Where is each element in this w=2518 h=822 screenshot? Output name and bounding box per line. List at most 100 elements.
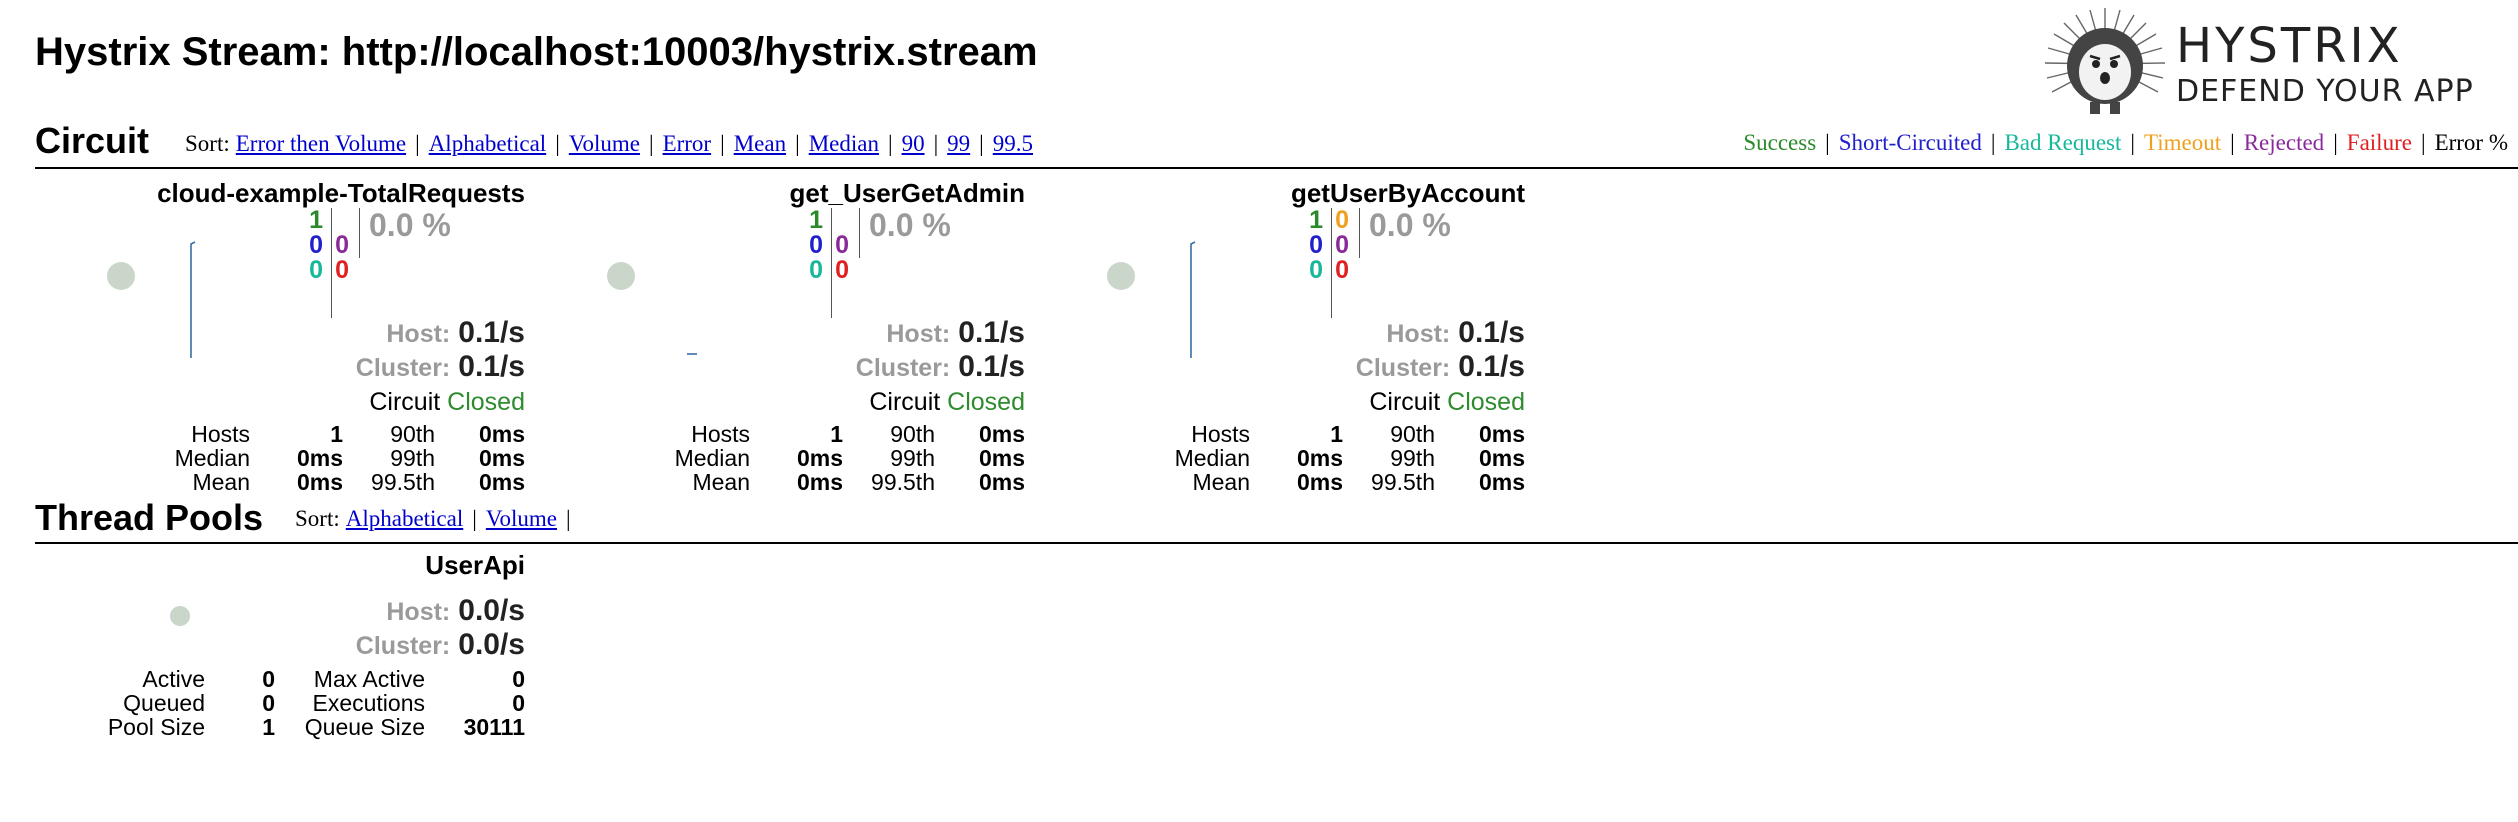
stat-value: 1 [830, 421, 843, 447]
sort-alphabetical-link[interactable]: Alphabetical [429, 131, 547, 156]
stats-right-labels: 90th 99th 99.5th [871, 422, 935, 494]
count-divider [331, 208, 332, 318]
logo-brand: HYSTRIX [2176, 18, 2403, 74]
stat-value: 0ms [978, 445, 1025, 471]
stat-label: Hosts [1191, 421, 1250, 447]
separator: | [2130, 130, 2135, 155]
cluster-rate: 0.1/s [958, 350, 1025, 383]
sort-mean-link[interactable]: Mean [734, 131, 786, 156]
legend-rejected: Rejected [2243, 130, 2325, 155]
stats-right-values: 0ms 0ms 0ms [479, 422, 525, 494]
cluster-rate-row: Cluster: 0.1/s [356, 350, 525, 384]
counts-left: 1 0 0 [809, 208, 823, 283]
pool-sort-volume-link[interactable]: Volume [486, 506, 557, 531]
failure-count: 0 [335, 256, 349, 284]
sort-99-link[interactable]: 99 [947, 131, 970, 156]
circuit-status-row: Circuit Closed [869, 388, 1025, 417]
count-divider [1331, 208, 1332, 318]
stats-left-labels: Hosts Median Mean [675, 422, 750, 494]
stat-value: 0ms [978, 469, 1025, 495]
timeout-count: 0 [1335, 206, 1349, 234]
legend-error-percent: Error % [2434, 130, 2508, 155]
pool-stat-value: 0 [262, 690, 275, 716]
hystrix-logo: HYSTRIX DEFEND YOUR APP [2040, 6, 2518, 118]
circuit-card: get_UserGetAdmin 1 0 0 0 0 0.0 % Host: 0.… [585, 178, 1025, 508]
stats-left-labels: Hosts Median Mean [1175, 422, 1250, 494]
stat-value: 0ms [296, 469, 343, 495]
separator: | [979, 131, 984, 156]
thread-pool-sort-bar: Sort: Alphabetical | Volume | [295, 506, 580, 532]
pool-host-label: Host: [386, 598, 451, 626]
stat-label: 90th [1390, 421, 1435, 447]
pool-left-labels: Active Queued Pool Size [108, 667, 205, 739]
error-divider [359, 208, 360, 258]
stats-right-values: 0ms 0ms 0ms [1479, 422, 1525, 494]
circuit-name: get_UserGetAdmin [789, 178, 1026, 208]
stat-value: 0ms [1296, 469, 1343, 495]
success-count: 1 [1309, 206, 1323, 234]
stats-left-values: 1 0ms 0ms [297, 422, 343, 494]
legend-timeout: Timeout [2143, 130, 2222, 155]
pool-stat-value: 30111 [463, 714, 525, 740]
separator: | [720, 131, 725, 156]
stat-value: 0ms [978, 421, 1025, 447]
pool-right-labels: Max Active Executions Queue Size [305, 667, 425, 739]
short-circuited-count: 0 [809, 231, 823, 259]
counts-right: 0 0 [835, 208, 849, 283]
counts-left: 1 0 0 [1309, 208, 1323, 283]
circuit-status-row: Circuit Closed [369, 388, 525, 417]
success-count: 1 [809, 206, 823, 234]
circuit-section-title: Circuit [35, 120, 150, 161]
separator: | [1990, 130, 1996, 155]
error-percentage: 0.0 % [369, 207, 451, 243]
stats-right-labels: 90th 99th 99.5th [1371, 422, 1435, 494]
circuit-status: Closed [947, 388, 1025, 416]
sort-error-link[interactable]: Error [663, 131, 712, 156]
pool-cluster-rate-row: Cluster: 0.0/s [356, 628, 525, 662]
timeout-count [835, 208, 849, 233]
stat-value: 0ms [1478, 421, 1525, 447]
sort-90-link[interactable]: 90 [902, 131, 925, 156]
circuit-health-bubble [607, 262, 635, 290]
stat-label: Median [1174, 445, 1250, 471]
logo-tagline: DEFEND YOUR APP [2176, 74, 2474, 109]
pool-stat-label: Max Active [313, 666, 425, 692]
separator: | [795, 131, 800, 156]
cluster-rate-row: Cluster: 0.1/s [1356, 350, 1525, 384]
sort-error-volume-link[interactable]: Error then Volume [236, 131, 406, 156]
count-divider [831, 208, 832, 318]
pool-stat-label: Pool Size [107, 714, 205, 740]
pool-sort-alphabetical-link[interactable]: Alphabetical [346, 506, 464, 531]
sort-volume-link[interactable]: Volume [569, 131, 640, 156]
pool-host-rate-row: Host: 0.0/s [386, 594, 525, 628]
stat-value: 0ms [296, 445, 343, 471]
cluster-label: Cluster: [355, 354, 451, 382]
pool-stat-label: Queue Size [304, 714, 425, 740]
sort-median-link[interactable]: Median [809, 131, 879, 156]
pool-health-bubble [170, 606, 190, 626]
separator: | [648, 131, 654, 156]
stat-value: 0ms [478, 421, 525, 447]
stat-label: 90th [890, 421, 935, 447]
porcupine-logo-icon [2044, 8, 2166, 114]
pool-stat-label: Queued [123, 690, 205, 716]
circuit-sort-bar: Sort: Error then Volume | Alphabetical | Volu… [185, 131, 1033, 157]
stat-label: Mean [192, 469, 250, 495]
legend-failure: Failure [2346, 130, 2412, 155]
circuit-label: Circuit [1369, 388, 1441, 416]
host-rate-row: Host: 0.1/s [886, 316, 1025, 350]
sort-label: Sort: [185, 131, 230, 156]
stat-value: 0ms [796, 469, 843, 495]
timeout-count [335, 208, 349, 233]
separator: | [2420, 130, 2426, 155]
bad-request-count: 0 [309, 256, 323, 284]
circuit-name: cloud-example-TotalRequests [157, 178, 525, 208]
stat-value: 0ms [478, 469, 525, 495]
stat-label: 99.5th [1371, 469, 1435, 495]
pool-left-values: 0 0 1 [262, 667, 275, 739]
sort-99-5-link[interactable]: 99.5 [993, 131, 1033, 156]
stat-label: Mean [1192, 469, 1250, 495]
error-percentage: 0.0 % [869, 207, 951, 243]
counts-left: 1 0 0 [309, 208, 323, 283]
cluster-rate-row: Cluster: 0.1/s [856, 350, 1025, 384]
